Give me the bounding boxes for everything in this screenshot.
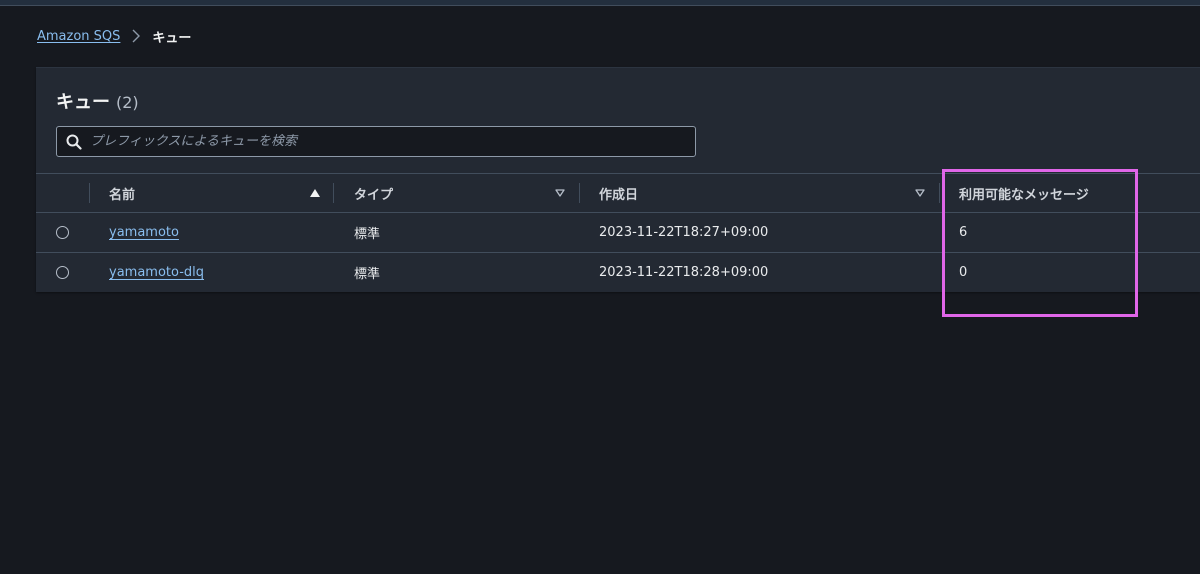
queues-table: 名前 タイプ 作成日 利用可能なメッセージ yamamoto 標準 2023-1… bbox=[36, 173, 1200, 292]
top-navigation-strip bbox=[0, 0, 1200, 6]
queue-type-value: 標準 bbox=[354, 227, 381, 242]
available-messages-cell: 0 bbox=[959, 253, 967, 292]
queue-created-value: 2023-11-22T18:28+09:00 bbox=[599, 265, 769, 280]
caret-down-outline-icon[interactable] bbox=[554, 187, 566, 199]
breadcrumb-link-amazon-sqs[interactable]: Amazon SQS bbox=[37, 29, 120, 44]
available-messages-value: 0 bbox=[959, 265, 968, 280]
column-header-available-messages[interactable]: 利用可能なメッセージ bbox=[959, 174, 1089, 212]
chevron-right-icon bbox=[130, 29, 142, 43]
queue-type-cell: 標準 bbox=[354, 213, 380, 252]
table-row: yamamoto 標準 2023-11-22T18:27+09:00 6 bbox=[36, 213, 1200, 253]
queues-panel: キュー (2) 名前 タイプ 作成日 bbox=[36, 67, 1200, 292]
breadcrumb-current: キュー bbox=[152, 30, 192, 46]
page-title: キュー bbox=[56, 92, 110, 113]
column-header-type[interactable]: タイプ bbox=[354, 174, 393, 212]
column-divider bbox=[939, 183, 940, 203]
panel-header: キュー (2) bbox=[56, 88, 139, 114]
queue-name-link[interactable]: yamamoto-dlq bbox=[109, 265, 204, 280]
table-row: yamamoto-dlq 標準 2023-11-22T18:28+09:00 0 bbox=[36, 253, 1200, 292]
queue-type-cell: 標準 bbox=[354, 253, 380, 292]
queue-created-cell: 2023-11-22T18:28+09:00 bbox=[599, 253, 768, 292]
available-messages-value: 6 bbox=[959, 225, 968, 240]
row-select-radio[interactable] bbox=[56, 266, 69, 279]
queue-name-cell: yamamoto-dlq bbox=[109, 253, 204, 292]
queue-type-value: 標準 bbox=[354, 267, 381, 282]
search-input[interactable] bbox=[90, 134, 680, 149]
breadcrumb: Amazon SQS キュー bbox=[37, 27, 192, 46]
queue-created-cell: 2023-11-22T18:27+09:00 bbox=[599, 213, 768, 252]
column-divider bbox=[579, 183, 580, 203]
queue-name-link[interactable]: yamamoto bbox=[109, 225, 179, 240]
queue-name-cell: yamamoto bbox=[109, 213, 179, 252]
column-header-name-label: 名前 bbox=[109, 187, 136, 203]
caret-up-filled-icon[interactable] bbox=[309, 187, 321, 199]
column-header-name[interactable]: 名前 bbox=[109, 174, 135, 212]
available-messages-cell: 6 bbox=[959, 213, 967, 252]
table-header: 名前 タイプ 作成日 利用可能なメッセージ bbox=[36, 173, 1200, 213]
column-header-created-label: 作成日 bbox=[599, 187, 639, 203]
caret-down-outline-icon[interactable] bbox=[914, 187, 926, 199]
column-divider bbox=[333, 183, 334, 203]
search-icon bbox=[66, 134, 82, 150]
column-header-type-label: タイプ bbox=[354, 187, 394, 203]
queue-created-value: 2023-11-22T18:27+09:00 bbox=[599, 225, 769, 240]
row-select-radio[interactable] bbox=[56, 226, 69, 239]
column-header-created[interactable]: 作成日 bbox=[599, 174, 638, 212]
queue-count: (2) bbox=[116, 93, 139, 112]
column-header-available-messages-label: 利用可能なメッセージ bbox=[959, 187, 1089, 203]
column-divider bbox=[89, 183, 90, 203]
search-field[interactable] bbox=[56, 126, 696, 157]
